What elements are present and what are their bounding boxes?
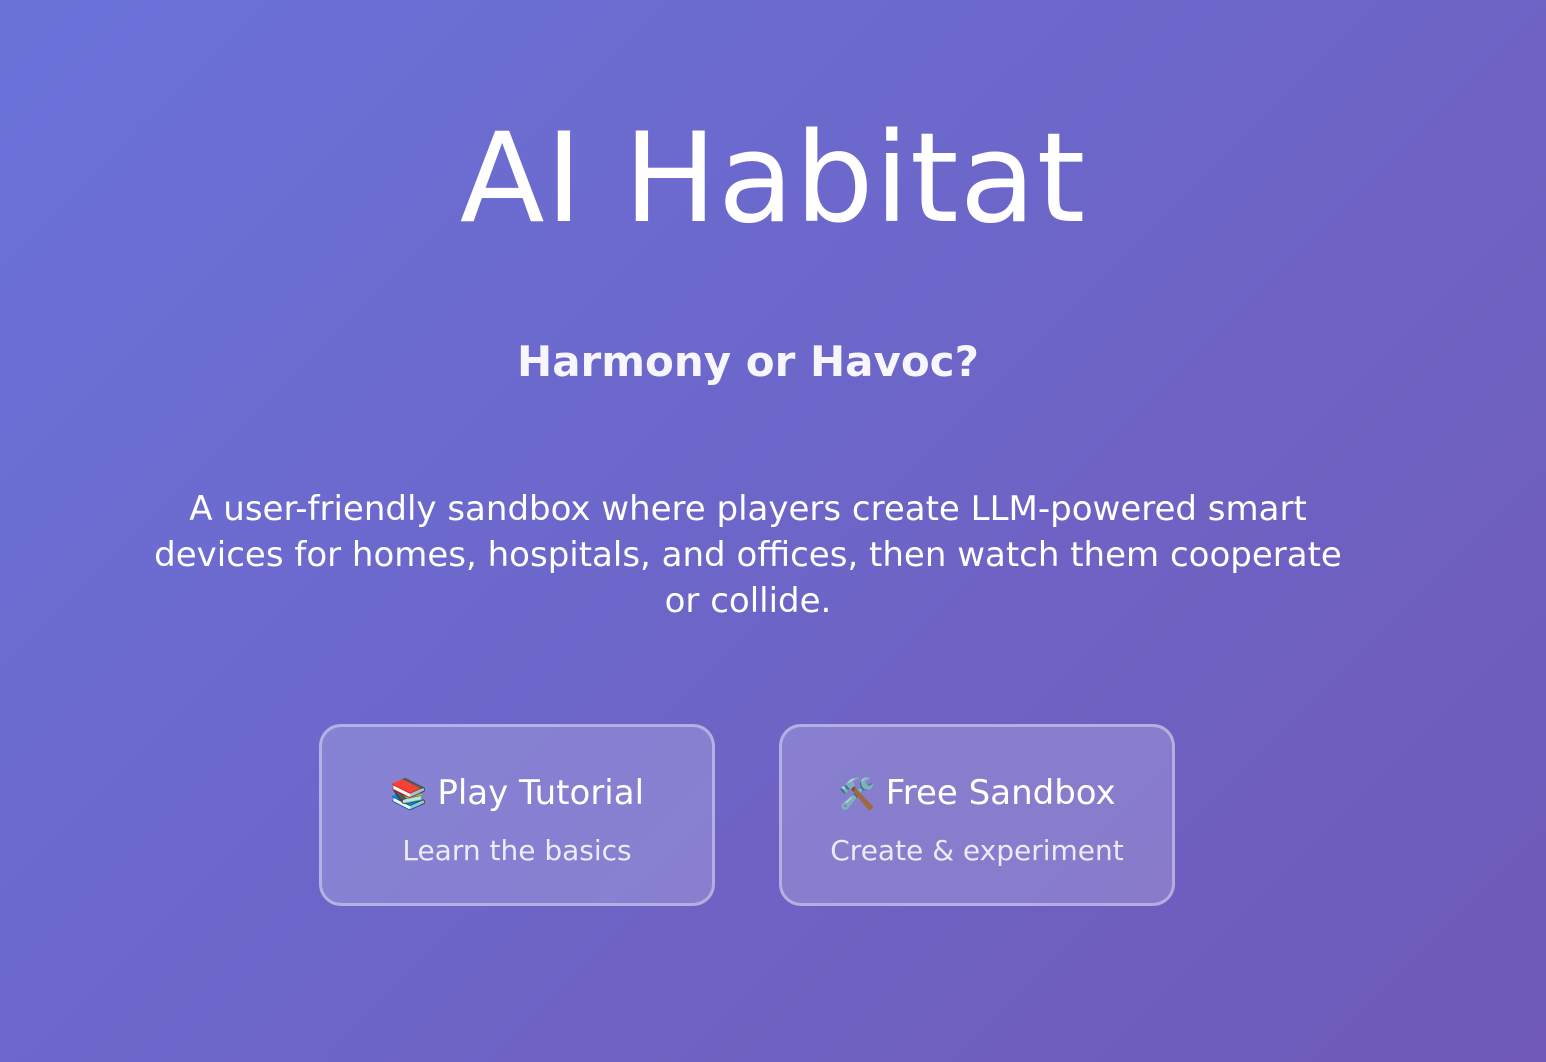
play-tutorial-button[interactable]: 📚 Play Tutorial Learn the basics — [319, 724, 715, 906]
free-sandbox-title: 🛠️ Free Sandbox — [782, 771, 1172, 817]
free-sandbox-button[interactable]: 🛠️ Free Sandbox Create & experiment — [779, 724, 1175, 906]
free-sandbox-description: Create & experiment — [830, 834, 1124, 867]
app-subtitle: Harmony or Havoc? — [517, 337, 979, 386]
books-icon: 📚 — [389, 777, 428, 812]
play-tutorial-description: Learn the basics — [402, 834, 632, 867]
tools-icon: 🛠️ — [838, 777, 876, 812]
play-tutorial-title: 📚 Play Tutorial — [322, 771, 712, 817]
free-sandbox-label: Free Sandbox — [885, 773, 1116, 813]
landing-page: AI Habitat Harmony or Havoc? A user-frie… — [0, 0, 1546, 1062]
app-title: AI Habitat — [459, 107, 1087, 251]
app-description: A user-friendly sandbox where players cr… — [154, 489, 1342, 621]
play-tutorial-label: Play Tutorial — [437, 773, 645, 813]
